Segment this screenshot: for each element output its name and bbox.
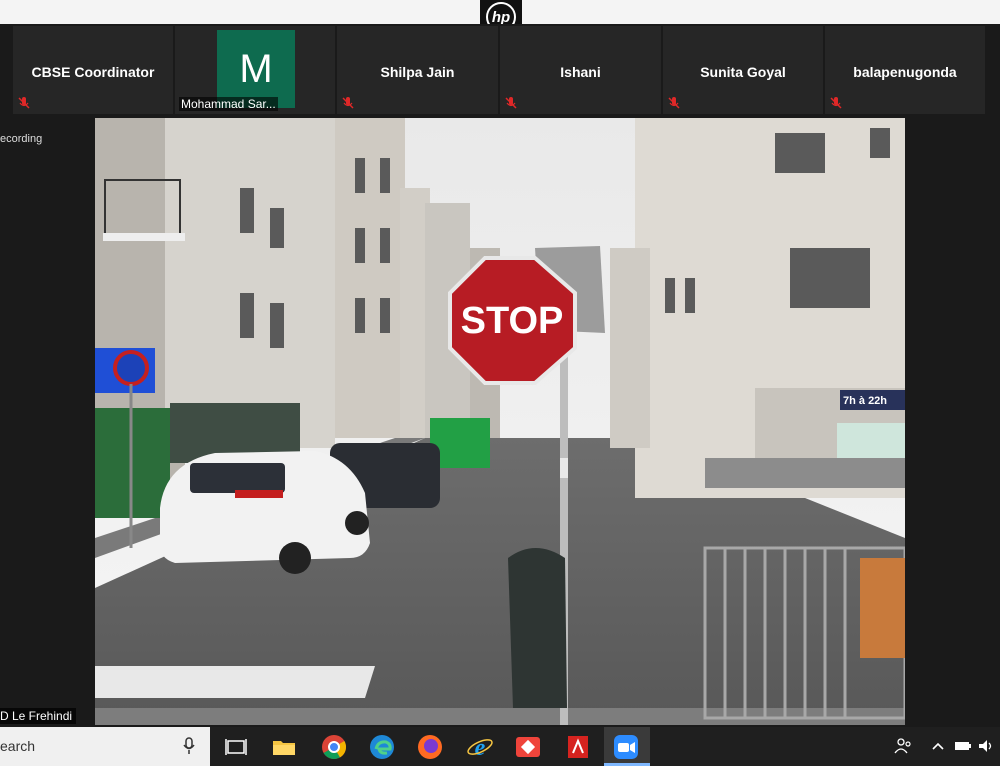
windows-taskbar: earch e: [0, 727, 1000, 766]
mic-muted-icon: [668, 97, 680, 109]
active-speaker-name: D Le Frehindi: [0, 708, 77, 724]
edge-icon[interactable]: [368, 733, 396, 761]
svg-text:e: e: [475, 735, 486, 761]
mic-muted-icon: [830, 97, 842, 109]
participant-tile[interactable]: Ishani: [500, 26, 661, 114]
mic-muted-icon: [505, 97, 517, 109]
participant-tile[interactable]: Sunita Goyal: [663, 26, 823, 114]
active-speaker-video[interactable]: 7h à 22h STOP: [95, 118, 905, 725]
mic-muted-icon: [342, 97, 354, 109]
chrome-icon[interactable]: [320, 733, 348, 761]
volume-icon[interactable]: [976, 736, 996, 756]
participant-name: Shilpa Jain: [380, 64, 455, 80]
zoom-icon[interactable]: [612, 733, 640, 761]
participant-name: Mohammad Sar...: [179, 97, 278, 111]
chevron-up-icon[interactable]: [928, 736, 948, 756]
participant-name: balapenugonda: [853, 64, 957, 80]
search-placeholder: earch: [0, 738, 36, 754]
street-scene: 7h à 22h STOP: [95, 118, 905, 725]
participant-tile[interactable]: Shilpa Jain: [337, 26, 498, 114]
microphone-icon[interactable]: [182, 737, 196, 755]
participant-tile[interactable]: CBSE Coordinator: [13, 26, 173, 114]
participant-tile[interactable]: balapenugonda: [825, 26, 985, 114]
file-explorer-icon[interactable]: [270, 733, 298, 761]
participant-name: Ishani: [560, 64, 601, 80]
participant-name: Sunita Goyal: [700, 64, 786, 80]
anydesk-icon[interactable]: [514, 733, 542, 761]
acrobat-icon[interactable]: [564, 733, 592, 761]
participant-name: CBSE Coordinator: [31, 64, 155, 80]
mic-muted-icon: [18, 97, 30, 109]
store-hours-sign: 7h à 22h: [843, 395, 887, 407]
internet-explorer-icon[interactable]: e: [466, 733, 494, 761]
stop-sign-text: STOP: [461, 300, 564, 342]
participant-tile[interactable]: M Mohammad Sar...: [175, 26, 335, 114]
firefox-icon[interactable]: [416, 733, 444, 761]
recording-indicator: ecording: [0, 133, 43, 145]
task-view-icon[interactable]: [222, 733, 250, 761]
people-icon[interactable]: [893, 736, 913, 756]
battery-icon[interactable]: [953, 736, 973, 756]
taskbar-search-box[interactable]: earch: [0, 727, 210, 766]
